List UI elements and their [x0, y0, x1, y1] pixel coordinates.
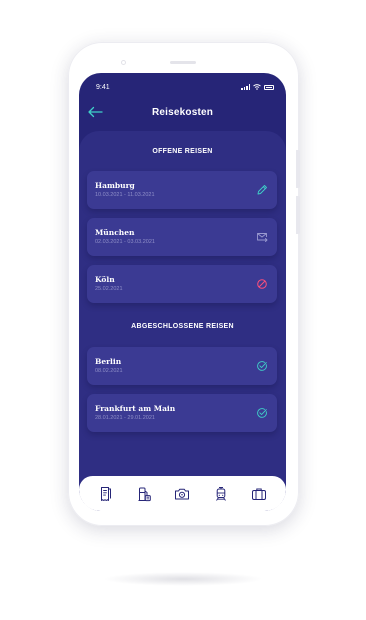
section-title-closed: ABGESCHLOSSENE REISEN [131, 323, 234, 330]
blocked-icon[interactable] [256, 278, 268, 290]
trip-card-frankfurt[interactable]: Frankfurt am Main 28.01.2021 - 29.01.202… [87, 394, 277, 432]
trip-dates: 08.02.2021 [95, 368, 123, 374]
section-title-open: OFFENE REISEN [152, 148, 213, 155]
trip-dates: 28.01.2021 - 29.01.2021 [95, 415, 155, 421]
tab-receipts[interactable] [98, 486, 114, 502]
trip-card-berlin[interactable]: Berlin 08.02.2021 [87, 347, 277, 385]
trip-name: Frankfurt am Main [95, 404, 176, 413]
mail-forward-icon[interactable] [256, 231, 268, 243]
trip-name: Hamburg [95, 181, 135, 190]
trip-dates: 25.02.2021 [95, 286, 123, 292]
wifi-icon [253, 84, 261, 90]
front-camera [121, 60, 126, 65]
signal-icon [241, 84, 250, 90]
status-bar: 9:41 [79, 73, 286, 99]
phone-side-button [296, 150, 300, 188]
page-title: Reisekosten [151, 107, 214, 118]
phone-drop-shadow [103, 572, 263, 586]
status-icons [241, 84, 274, 90]
tab-train[interactable] [213, 486, 229, 502]
trip-name: Köln [95, 275, 115, 284]
app-header: Reisekosten [79, 101, 286, 125]
trip-card-hamburg[interactable]: Hamburg 10.03.2021 - 11.03.2021 [87, 171, 277, 209]
fuel-icon [138, 487, 152, 501]
receipts-icon [101, 486, 112, 501]
tab-fuel[interactable] [136, 486, 152, 502]
trip-card-muenchen[interactable]: München 02.03.2021 - 03.03.2021 [87, 218, 277, 256]
app-screen: 9:41 Reisekosten OFFENE REISEN Hamburg 1… [79, 73, 286, 511]
suitcase-icon [251, 488, 266, 500]
pencil-icon[interactable] [256, 184, 268, 196]
check-circle-icon[interactable] [256, 360, 268, 372]
battery-icon [264, 84, 274, 90]
trips-panel: OFFENE REISEN Hamburg 10.03.2021 - 11.03… [79, 131, 286, 511]
train-icon [215, 486, 226, 501]
check-circle-icon[interactable] [256, 407, 268, 419]
trip-dates: 02.03.2021 - 03.03.2021 [95, 239, 155, 245]
tab-camera[interactable] [174, 486, 190, 502]
trip-name: München [95, 228, 135, 237]
trip-name: Berlin [95, 357, 122, 366]
tab-suitcase[interactable] [251, 486, 267, 502]
phone-side-button [296, 196, 300, 234]
camera-icon [175, 488, 190, 499]
speaker-grille [170, 61, 196, 64]
trip-dates: 10.03.2021 - 11.03.2021 [95, 192, 155, 198]
trip-card-koeln[interactable]: Köln 25.02.2021 [87, 265, 277, 303]
bottom-tab-bar [79, 476, 286, 511]
status-time: 9:41 [96, 84, 110, 91]
